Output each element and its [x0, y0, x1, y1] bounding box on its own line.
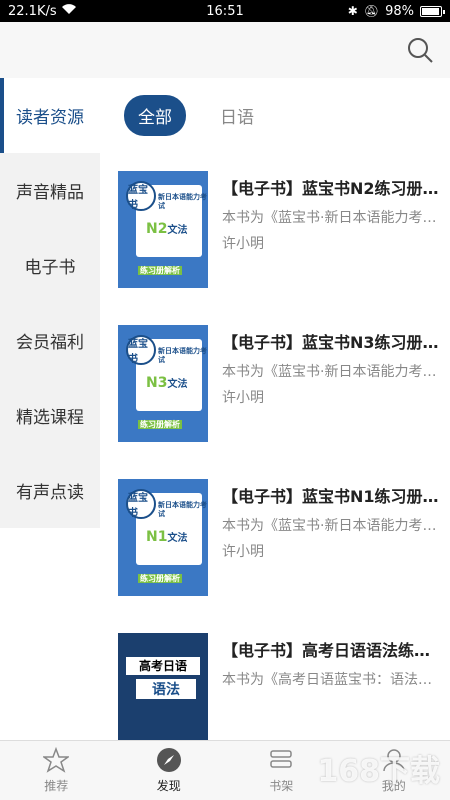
sidebar-item-audio-reading[interactable]: 有声点读	[0, 453, 100, 528]
cover-series: 新日本语能力考试	[158, 347, 207, 364]
tab-japanese[interactable]: 日语	[220, 103, 254, 128]
cover-badge: 蓝宝书	[126, 489, 156, 519]
cover-footer: 练习册解析	[138, 573, 182, 584]
category-sidebar: 读者资源 声音精品 电子书 会员福利 精选课程 有声点读	[0, 78, 100, 528]
tab-label: 发现	[156, 779, 181, 793]
filter-tabs: 全部 日语	[100, 78, 450, 153]
network-speed: 22.1K/s	[8, 3, 57, 19]
bookshelf-icon	[270, 750, 292, 768]
cover-subject: 文法	[167, 379, 188, 390]
watermark-logo: 168下载	[317, 754, 440, 789]
bluetooth-icon: ✱	[347, 4, 358, 18]
status-left: 22.1K/s	[8, 3, 158, 19]
wifi-icon	[61, 3, 77, 19]
book-author: 许小明	[222, 236, 264, 252]
cover-subject: 文法	[167, 533, 188, 544]
book-cover: 蓝宝书 新日本语能力考试 N1文法 练习册解析	[118, 479, 208, 596]
cover-level-text: N1	[146, 529, 168, 545]
book-author: 许小明	[222, 544, 264, 560]
cover-footer: 练习册解析	[138, 419, 182, 430]
list-item[interactable]: 蓝宝书 新日本语能力考试 N2文法 练习册解析 【电子书】蓝宝书N2练习册解析 …	[118, 171, 448, 291]
cover-level: N3文法	[146, 375, 187, 391]
cover-level-text: N2	[146, 221, 168, 237]
cover-subject: 语法	[136, 679, 196, 699]
cover-level: N1文法	[146, 529, 187, 545]
book-title: 【电子书】蓝宝书N3练习册解析	[222, 333, 442, 352]
sidebar-item-label: 有声点读	[16, 483, 84, 503]
list-item[interactable]: 蓝宝书 新日本语能力考试 N3文法 练习册解析 【电子书】蓝宝书N3练习册解析 …	[118, 325, 448, 445]
sidebar-item-label: 读者资源	[16, 108, 84, 128]
cover-level: N2文法	[146, 221, 187, 237]
tab-label: 推荐	[44, 779, 69, 793]
book-description: 本书为《蓝宝书·新日本语能力考试N3文法》配套练习解析	[222, 364, 442, 380]
tab-label: 书架	[269, 779, 294, 793]
sidebar-item-reader-resources[interactable]: 读者资源	[0, 78, 100, 153]
sidebar-item-label: 声音精品	[16, 183, 84, 203]
cover-footer-text: 练习册解析	[138, 266, 182, 275]
cover-level-text: N3	[146, 375, 168, 391]
book-author: 许小明	[222, 390, 264, 406]
status-right: ✱ 🔕︎ 98%	[292, 3, 445, 19]
book-title: 【电子书】高考日语语法练习册	[222, 641, 442, 660]
book-cover: 蓝宝书 新日本语能力考试 N3文法 练习册解析	[118, 325, 208, 442]
book-description: 本书为《蓝宝书·新日本语能力考试N2文法》配套练习解析	[222, 210, 442, 226]
sidebar-item-label: 电子书	[24, 258, 76, 278]
content-area: 全部 日语 蓝宝书 新日本语能力考试 N2文法 练习册解析 【电子书】蓝宝书N2…	[100, 78, 450, 740]
sidebar-item-courses[interactable]: 精选课程	[0, 378, 100, 453]
compass-icon	[156, 748, 181, 772]
battery-icon	[420, 5, 445, 17]
book-title: 【电子书】蓝宝书N2练习册解析	[222, 179, 442, 198]
clock: 16:51	[206, 3, 244, 19]
battery-percent: 98%	[385, 3, 414, 19]
mute-icon: 🔕︎	[363, 4, 380, 18]
list-item[interactable]: 蓝宝书 新日本语能力考试 N1文法 练习册解析 【电子书】蓝宝书N1练习册解析 …	[118, 479, 448, 599]
battery-fill	[422, 7, 439, 15]
top-header	[0, 22, 450, 78]
search-icon	[408, 38, 433, 63]
sidebar-item-label: 会员福利	[16, 333, 84, 353]
search-button[interactable]	[406, 36, 434, 64]
tab-all[interactable]: 全部	[124, 95, 186, 136]
book-cover: 蓝宝书 新日本语能力考试 N2文法 练习册解析	[118, 171, 208, 288]
star-icon	[43, 747, 70, 773]
list-item[interactable]: 高考日语 语法 【电子书】高考日语语法练习册 本书为《高考日语蓝宝书：语法》配套…	[118, 633, 448, 740]
book-cover: 高考日语 语法	[118, 633, 208, 740]
book-title: 【电子书】蓝宝书N1练习册解析	[222, 487, 442, 506]
cover-series: 新日本语能力考试	[158, 193, 207, 210]
cover-subject: 文法	[167, 225, 188, 236]
status-bar: 22.1K/s 16:51 ✱ 🔕︎ 98%	[0, 0, 450, 22]
book-description: 本书为《蓝宝书·新日本语能力考试N1文法》配套练习解析	[222, 518, 442, 534]
sidebar-item-audio[interactable]: 声音精品	[0, 153, 100, 228]
cover-footer: 练习册解析	[138, 265, 182, 276]
tab-recommend[interactable]: 推荐	[0, 741, 113, 800]
cover-badge: 蓝宝书	[126, 335, 156, 365]
cover-series: 新日本语能力考试	[158, 501, 207, 518]
cover-badge: 蓝宝书	[126, 181, 156, 211]
cover-footer-text: 练习册解析	[138, 574, 182, 583]
sidebar-item-ebook[interactable]: 电子书	[0, 228, 100, 303]
cover-series: 高考日语	[126, 657, 200, 675]
tab-discover[interactable]: 发现	[113, 741, 226, 800]
sidebar-item-label: 精选课程	[16, 408, 84, 428]
sidebar-item-member-benefits[interactable]: 会员福利	[0, 303, 100, 378]
cover-footer-text: 练习册解析	[138, 420, 182, 429]
book-description: 本书为《高考日语蓝宝书：语法》配套练习	[222, 672, 442, 688]
